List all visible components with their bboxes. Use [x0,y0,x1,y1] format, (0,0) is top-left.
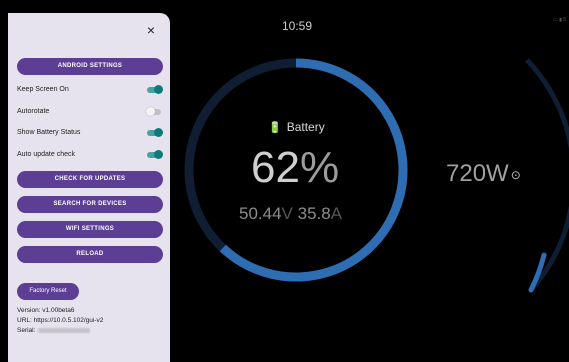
status-icons: ▭ ▮ 5 [552,17,566,23]
status-time: 10:59 [282,19,313,33]
check-for-updates-button[interactable]: CHECK FOR UPDATES [17,171,163,188]
show-battery-status-toggle[interactable] [147,128,163,137]
url-text: URL: https://10.0.5.102/gui-v2 [17,317,104,324]
autorotate-toggle[interactable] [146,107,161,116]
keep-screen-on-toggle[interactable] [147,85,163,94]
close-icon[interactable]: × [145,23,157,37]
voltage-value: 50.44 [239,204,282,223]
settings-drawer: × ANDROID SETTINGS Keep Screen On Autoro… [8,13,170,362]
battery-voltage-current: 50.44V 35.8A [239,204,343,223]
auto-update-check-toggle[interactable] [147,150,163,159]
battery-label: 🔋 Battery [268,120,325,134]
battery-percent: 62% [251,143,340,192]
serial-value-redacted [38,327,91,333]
serial-row: Serial: [17,327,91,335]
charging-direction-icon: ⊙ [510,167,521,182]
toggle-row-auto-update-check: Auto update check [17,149,163,161]
wifi-settings-button[interactable]: WIFI SETTINGS [17,221,163,238]
power-readout: 720W ⊙ [446,160,521,187]
toggle-row-keep-screen-on: Keep Screen On [17,84,163,96]
battery-charging-icon: 🔋 [268,122,282,134]
search-for-devices-button[interactable]: SEARCH FOR DEVICES [17,196,163,213]
reload-button[interactable]: RELOAD [17,246,163,263]
toggle-row-autorotate: Autorotate [17,106,161,118]
toggle-row-show-battery-status: Show Battery Status [17,127,163,139]
version-text: Version: v1.00beta6 [17,307,75,314]
current-value: 35.8 [297,204,331,223]
factory-reset-button[interactable]: Factory Reset [17,283,79,300]
android-settings-button[interactable]: ANDROID SETTINGS [17,58,163,75]
power-gauge-track [525,58,569,292]
